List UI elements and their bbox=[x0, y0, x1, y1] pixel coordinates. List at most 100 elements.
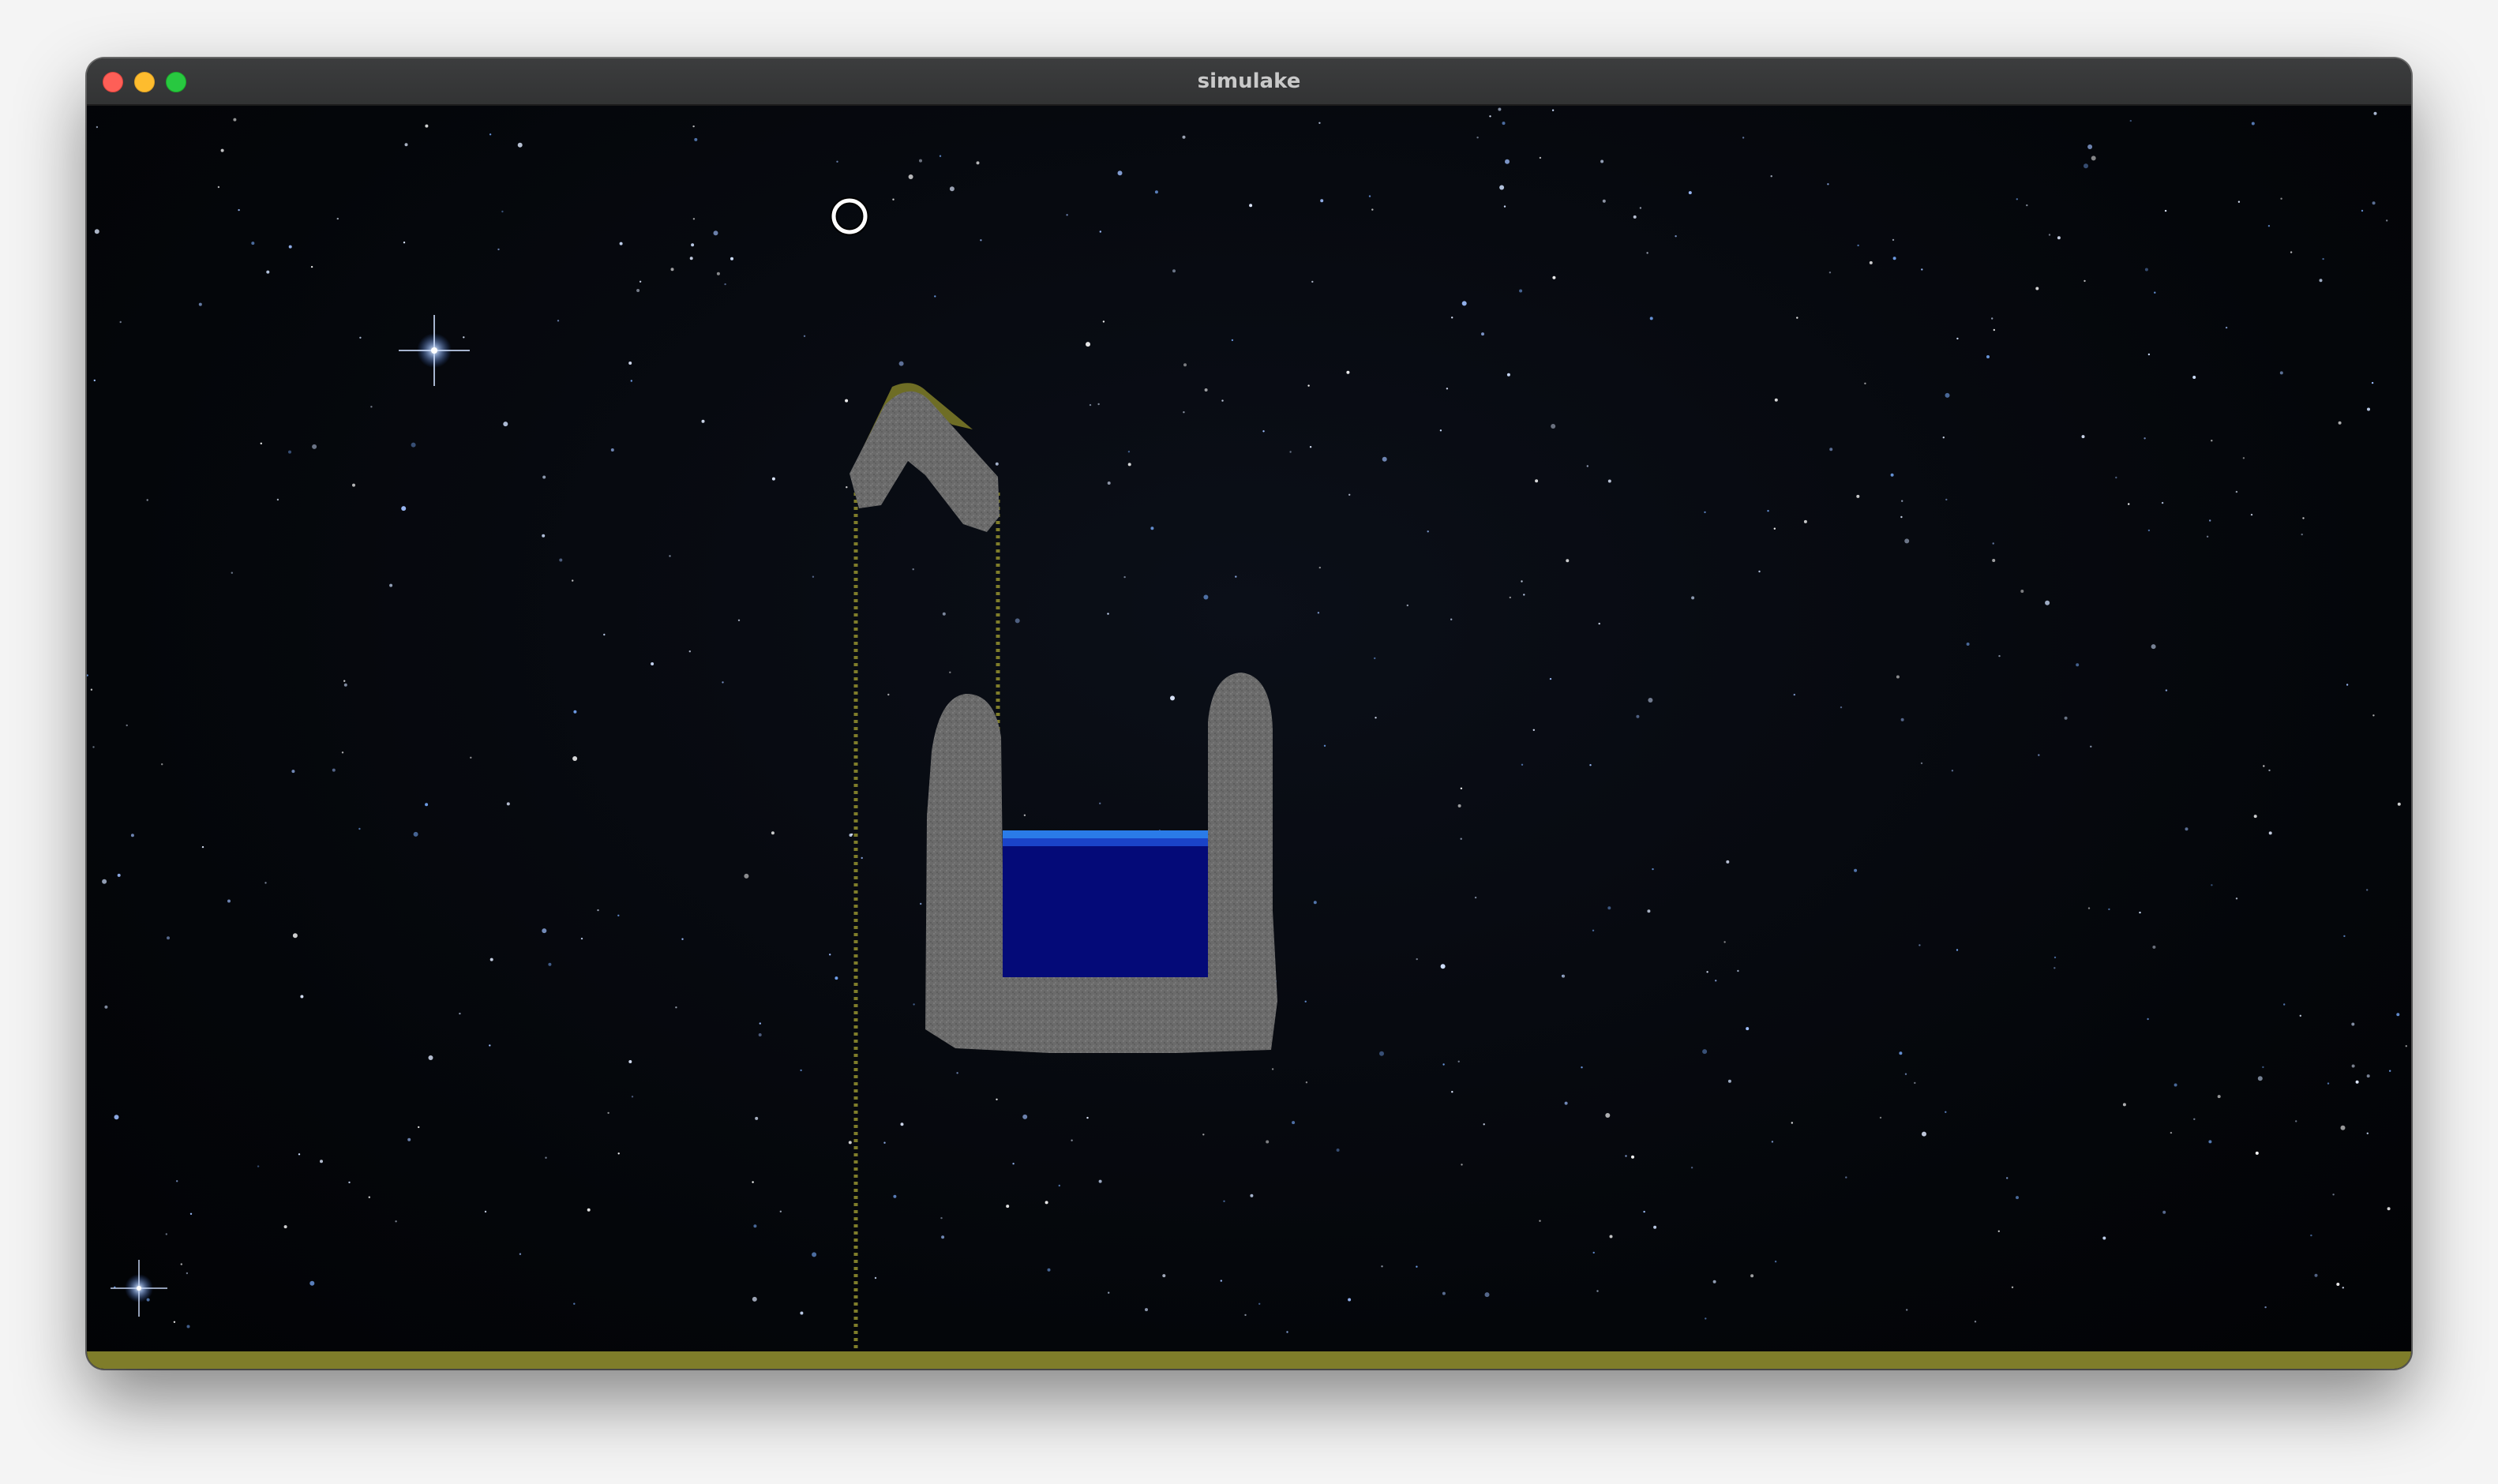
star bbox=[1951, 770, 1954, 772]
star bbox=[1690, 1167, 1693, 1169]
star bbox=[572, 579, 574, 582]
star bbox=[1416, 957, 1418, 961]
water-body bbox=[1003, 830, 1208, 977]
star bbox=[104, 1005, 108, 1009]
star bbox=[920, 902, 922, 905]
star bbox=[503, 422, 508, 427]
star bbox=[759, 1022, 761, 1025]
star bbox=[1483, 1123, 1485, 1126]
star bbox=[2192, 376, 2196, 379]
star bbox=[2302, 517, 2305, 519]
star bbox=[1250, 1194, 1254, 1197]
star bbox=[940, 1216, 943, 1220]
star bbox=[752, 1181, 754, 1183]
star bbox=[2152, 945, 2156, 949]
star bbox=[92, 746, 95, 748]
star bbox=[1992, 542, 1994, 545]
star bbox=[2151, 644, 2156, 650]
star bbox=[2290, 251, 2293, 253]
star bbox=[1442, 1291, 1446, 1295]
star bbox=[404, 143, 408, 147]
star bbox=[2327, 1082, 2330, 1085]
star bbox=[1746, 1027, 1750, 1031]
star bbox=[2084, 279, 2086, 283]
star bbox=[343, 680, 346, 682]
star bbox=[2217, 1095, 2221, 1099]
star bbox=[942, 612, 946, 616]
star bbox=[220, 148, 224, 152]
star bbox=[1774, 1261, 1777, 1263]
star bbox=[401, 506, 407, 512]
star bbox=[1145, 1308, 1148, 1312]
star bbox=[1539, 1220, 1541, 1222]
title-bar[interactable]: simulake bbox=[87, 58, 2411, 106]
star bbox=[1127, 451, 1131, 453]
star bbox=[1767, 510, 1769, 512]
star bbox=[1066, 214, 1068, 216]
star bbox=[2386, 219, 2388, 222]
star bbox=[2235, 898, 2238, 900]
star bbox=[2389, 1070, 2391, 1072]
star bbox=[1461, 301, 1467, 306]
star bbox=[941, 1235, 945, 1239]
star bbox=[2154, 291, 2156, 294]
star bbox=[1900, 718, 1904, 721]
star bbox=[266, 270, 270, 274]
star bbox=[1625, 1155, 1627, 1157]
star bbox=[1646, 252, 1648, 254]
star bbox=[1271, 1068, 1274, 1070]
star bbox=[2340, 1125, 2346, 1130]
star bbox=[545, 1156, 547, 1159]
star bbox=[2035, 287, 2039, 290]
star bbox=[217, 186, 220, 189]
star bbox=[2351, 1064, 2355, 1068]
star bbox=[1773, 527, 1776, 530]
star bbox=[689, 257, 693, 260]
star bbox=[1086, 1116, 1089, 1119]
star bbox=[257, 1165, 260, 1167]
star bbox=[425, 124, 429, 128]
star bbox=[332, 768, 336, 772]
star bbox=[771, 477, 775, 481]
star bbox=[1998, 654, 2001, 658]
star bbox=[1022, 1114, 1028, 1119]
star bbox=[949, 671, 951, 673]
star bbox=[1374, 657, 1376, 660]
star bbox=[519, 1253, 522, 1255]
star bbox=[1997, 1230, 2000, 1233]
star bbox=[848, 1141, 852, 1145]
simulation-canvas[interactable] bbox=[87, 106, 2411, 1369]
star bbox=[2128, 503, 2130, 505]
star bbox=[744, 873, 749, 879]
star bbox=[403, 242, 406, 244]
star bbox=[2064, 716, 2068, 720]
star bbox=[1309, 446, 1312, 448]
star bbox=[2372, 714, 2375, 717]
star bbox=[320, 1160, 323, 1164]
star bbox=[559, 558, 563, 562]
star bbox=[288, 450, 291, 454]
star bbox=[1901, 500, 1904, 502]
star bbox=[1313, 901, 1317, 905]
star bbox=[1304, 1000, 1307, 1003]
star bbox=[231, 571, 233, 574]
star bbox=[291, 770, 295, 774]
star bbox=[173, 1321, 176, 1324]
star bbox=[165, 1233, 167, 1235]
star bbox=[1346, 370, 1350, 374]
star bbox=[2170, 1131, 2173, 1134]
star bbox=[1549, 677, 1552, 680]
star bbox=[2264, 1306, 2267, 1309]
star bbox=[1379, 1051, 1384, 1056]
star bbox=[1942, 437, 1945, 439]
star bbox=[1906, 1309, 1908, 1311]
star bbox=[874, 1276, 877, 1280]
star bbox=[2115, 476, 2117, 479]
star bbox=[812, 575, 815, 578]
star bbox=[1457, 1060, 1460, 1063]
star bbox=[610, 448, 614, 452]
star bbox=[1566, 559, 1570, 563]
star bbox=[428, 1055, 433, 1060]
star bbox=[1489, 115, 1491, 118]
star bbox=[227, 899, 231, 903]
